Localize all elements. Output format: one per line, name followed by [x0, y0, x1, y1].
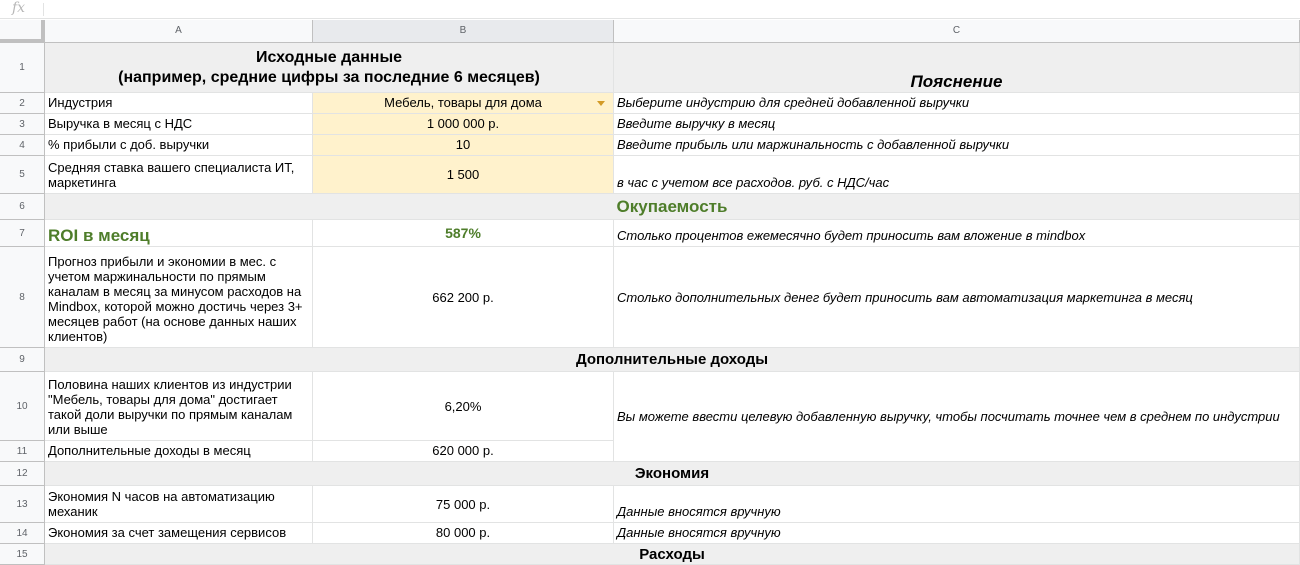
select-all-corner[interactable]: [0, 20, 45, 43]
profit-label: % прибыли с доб. выручки: [48, 137, 210, 152]
row-header-1[interactable]: 1: [0, 43, 45, 93]
row-header-14[interactable]: 14: [0, 523, 45, 544]
savings-section-title: Экономия: [634, 465, 710, 482]
row-header-11[interactable]: 11: [0, 441, 45, 462]
industry-label-cell[interactable]: Индустрия: [45, 93, 313, 114]
formula-bar-divider: [43, 3, 44, 16]
row-header-9[interactable]: 9: [0, 348, 45, 372]
savings-services-label: Экономия за счет замещения сервисов: [48, 525, 287, 540]
half-clients-hint: Вы можете ввести целевую добавленную выр…: [617, 409, 1280, 424]
row-header-13[interactable]: 13: [0, 486, 45, 523]
row-header-2[interactable]: 2: [0, 93, 45, 114]
forecast-hint-cell[interactable]: Столько дополнительных денег будет прино…: [614, 247, 1300, 348]
savings-services-label-cell[interactable]: Экономия за счет замещения сервисов: [45, 523, 313, 544]
profit-hint-cell[interactable]: Введите прибыль или маржинальность с доб…: [614, 135, 1300, 156]
roi-label: ROI в месяц: [48, 226, 150, 245]
revenue-input[interactable]: 1 000 000 р.: [313, 114, 614, 135]
profit-input[interactable]: 10: [313, 135, 614, 156]
rate-hint-cell[interactable]: в час с учетом все расходов. руб. с НДС/…: [614, 156, 1300, 194]
profit-value: 10: [455, 137, 471, 152]
half-clients-label: Половина наших клиентов из индустрии "Ме…: [48, 377, 293, 437]
savings-hours-hint-cell[interactable]: Данные вносятся вручную: [614, 486, 1300, 523]
column-header-c[interactable]: C: [614, 20, 1300, 43]
profit-hint: Введите прибыль или маржинальность с доб…: [617, 137, 1010, 152]
rate-hint: в час с учетом все расходов. руб. с НДС/…: [617, 175, 890, 190]
half-clients-value: 6,20%: [444, 398, 482, 414]
forecast-value-cell[interactable]: 662 200 р.: [313, 247, 614, 348]
revenue-hint: Введите выручку в месяц: [617, 116, 776, 131]
formula-bar[interactable]: fx: [0, 0, 1300, 19]
expenses-section-title: Расходы: [639, 545, 705, 563]
roi-label-cell[interactable]: ROI в месяц: [45, 220, 313, 247]
column-header-b[interactable]: B: [313, 20, 614, 43]
row-header-12[interactable]: 12: [0, 462, 45, 486]
row-header-4[interactable]: 4: [0, 135, 45, 156]
savings-services-hint-cell[interactable]: Данные вносятся вручную: [614, 523, 1300, 544]
revenue-hint-cell[interactable]: Введите выручку в месяц: [614, 114, 1300, 135]
forecast-hint: Столько дополнительных денег будет прино…: [617, 289, 1193, 305]
rate-input[interactable]: 1 500: [313, 156, 614, 194]
profit-label-cell[interactable]: % прибыли с доб. выручки: [45, 135, 313, 156]
extra-income-month-label: Дополнительные доходы в месяц: [48, 443, 251, 458]
row-header-8[interactable]: 8: [0, 247, 45, 348]
row-header-5[interactable]: 5: [0, 156, 45, 194]
extra-income-month-value: 620 000 р.: [432, 443, 494, 458]
rate-label-cell[interactable]: Средняя ставка вашего специалиста ИТ, ма…: [45, 156, 313, 194]
revenue-value: 1 000 000 р.: [426, 116, 500, 131]
column-header-a[interactable]: A: [45, 20, 313, 43]
row-header-10[interactable]: 10: [0, 372, 45, 441]
extra-income-section-title: Дополнительные доходы: [575, 351, 769, 368]
source-data-title-cell[interactable]: Исходные данные (например, средние цифры…: [45, 43, 614, 93]
industry-hint-cell[interactable]: Выберите индустрию для средней добавленн…: [614, 93, 1300, 114]
half-clients-label-cell[interactable]: Половина наших клиентов из индустрии "Ме…: [45, 372, 313, 441]
revenue-label: Выручка в месяц с НДС: [48, 116, 193, 131]
roi-hint: Столько процентов ежемесячно будет прино…: [617, 228, 1086, 243]
dropdown-arrow-icon[interactable]: [597, 101, 605, 106]
explanation-header-cell[interactable]: Пояснение: [614, 43, 1300, 93]
roi-value: 587%: [445, 224, 481, 241]
extra-income-section-cell[interactable]: Дополнительные доходы: [45, 348, 1300, 372]
savings-hours-hint: Данные вносятся вручную: [617, 504, 781, 519]
payback-section-cell[interactable]: Окупаемость: [45, 194, 1300, 220]
source-data-subtitle: (например, средние цифры за последние 6 …: [118, 68, 540, 86]
forecast-label-cell[interactable]: Прогноз прибыли и экономии в мес. с учет…: [45, 247, 313, 348]
expenses-section-cell[interactable]: Расходы: [45, 544, 1300, 565]
rate-label: Средняя ставка вашего специалиста ИТ, ма…: [48, 160, 295, 190]
forecast-value: 662 200 р.: [432, 289, 494, 305]
rate-value: 1 500: [446, 167, 480, 182]
source-data-title: Исходные данные: [255, 48, 403, 66]
savings-hours-label-cell[interactable]: Экономия N часов на автоматизацию механи…: [45, 486, 313, 523]
fx-icon: fx: [12, 0, 26, 16]
savings-section-cell[interactable]: Экономия: [45, 462, 1300, 486]
roi-value-cell[interactable]: 587%: [313, 220, 614, 247]
savings-hours-label: Экономия N часов на автоматизацию механи…: [48, 489, 275, 519]
savings-hours-value: 75 000 р.: [435, 496, 491, 512]
row-header-7[interactable]: 7: [0, 220, 45, 247]
explanation-header: Пояснение: [910, 72, 1003, 91]
industry-dropdown[interactable]: Мебель, товары для дома: [313, 93, 614, 114]
savings-hours-value-cell[interactable]: 75 000 р.: [313, 486, 614, 523]
industry-hint: Выберите индустрию для средней добавленн…: [617, 95, 970, 110]
forecast-label: Прогноз прибыли и экономии в мес. с учет…: [48, 254, 303, 344]
half-clients-hint-cell[interactable]: Вы можете ввести целевую добавленную выр…: [614, 372, 1300, 462]
industry-label: Индустрия: [48, 95, 113, 110]
extra-income-month-label-cell[interactable]: Дополнительные доходы в месяц: [45, 441, 313, 462]
savings-services-value-cell[interactable]: 80 000 р.: [313, 523, 614, 544]
extra-income-month-value-cell[interactable]: 620 000 р.: [313, 441, 614, 462]
row-header-6[interactable]: 6: [0, 194, 45, 220]
savings-services-hint: Данные вносятся вручную: [617, 525, 781, 540]
savings-services-value: 80 000 р.: [435, 525, 491, 540]
row-header-3[interactable]: 3: [0, 114, 45, 135]
half-clients-value-cell[interactable]: 6,20%: [313, 372, 614, 441]
revenue-label-cell[interactable]: Выручка в месяц с НДС: [45, 114, 313, 135]
payback-section-title: Окупаемость: [616, 197, 728, 216]
roi-hint-cell[interactable]: Столько процентов ежемесячно будет прино…: [614, 220, 1300, 247]
row-header-15[interactable]: 15: [0, 544, 45, 565]
industry-value: Мебель, товары для дома: [384, 95, 542, 110]
